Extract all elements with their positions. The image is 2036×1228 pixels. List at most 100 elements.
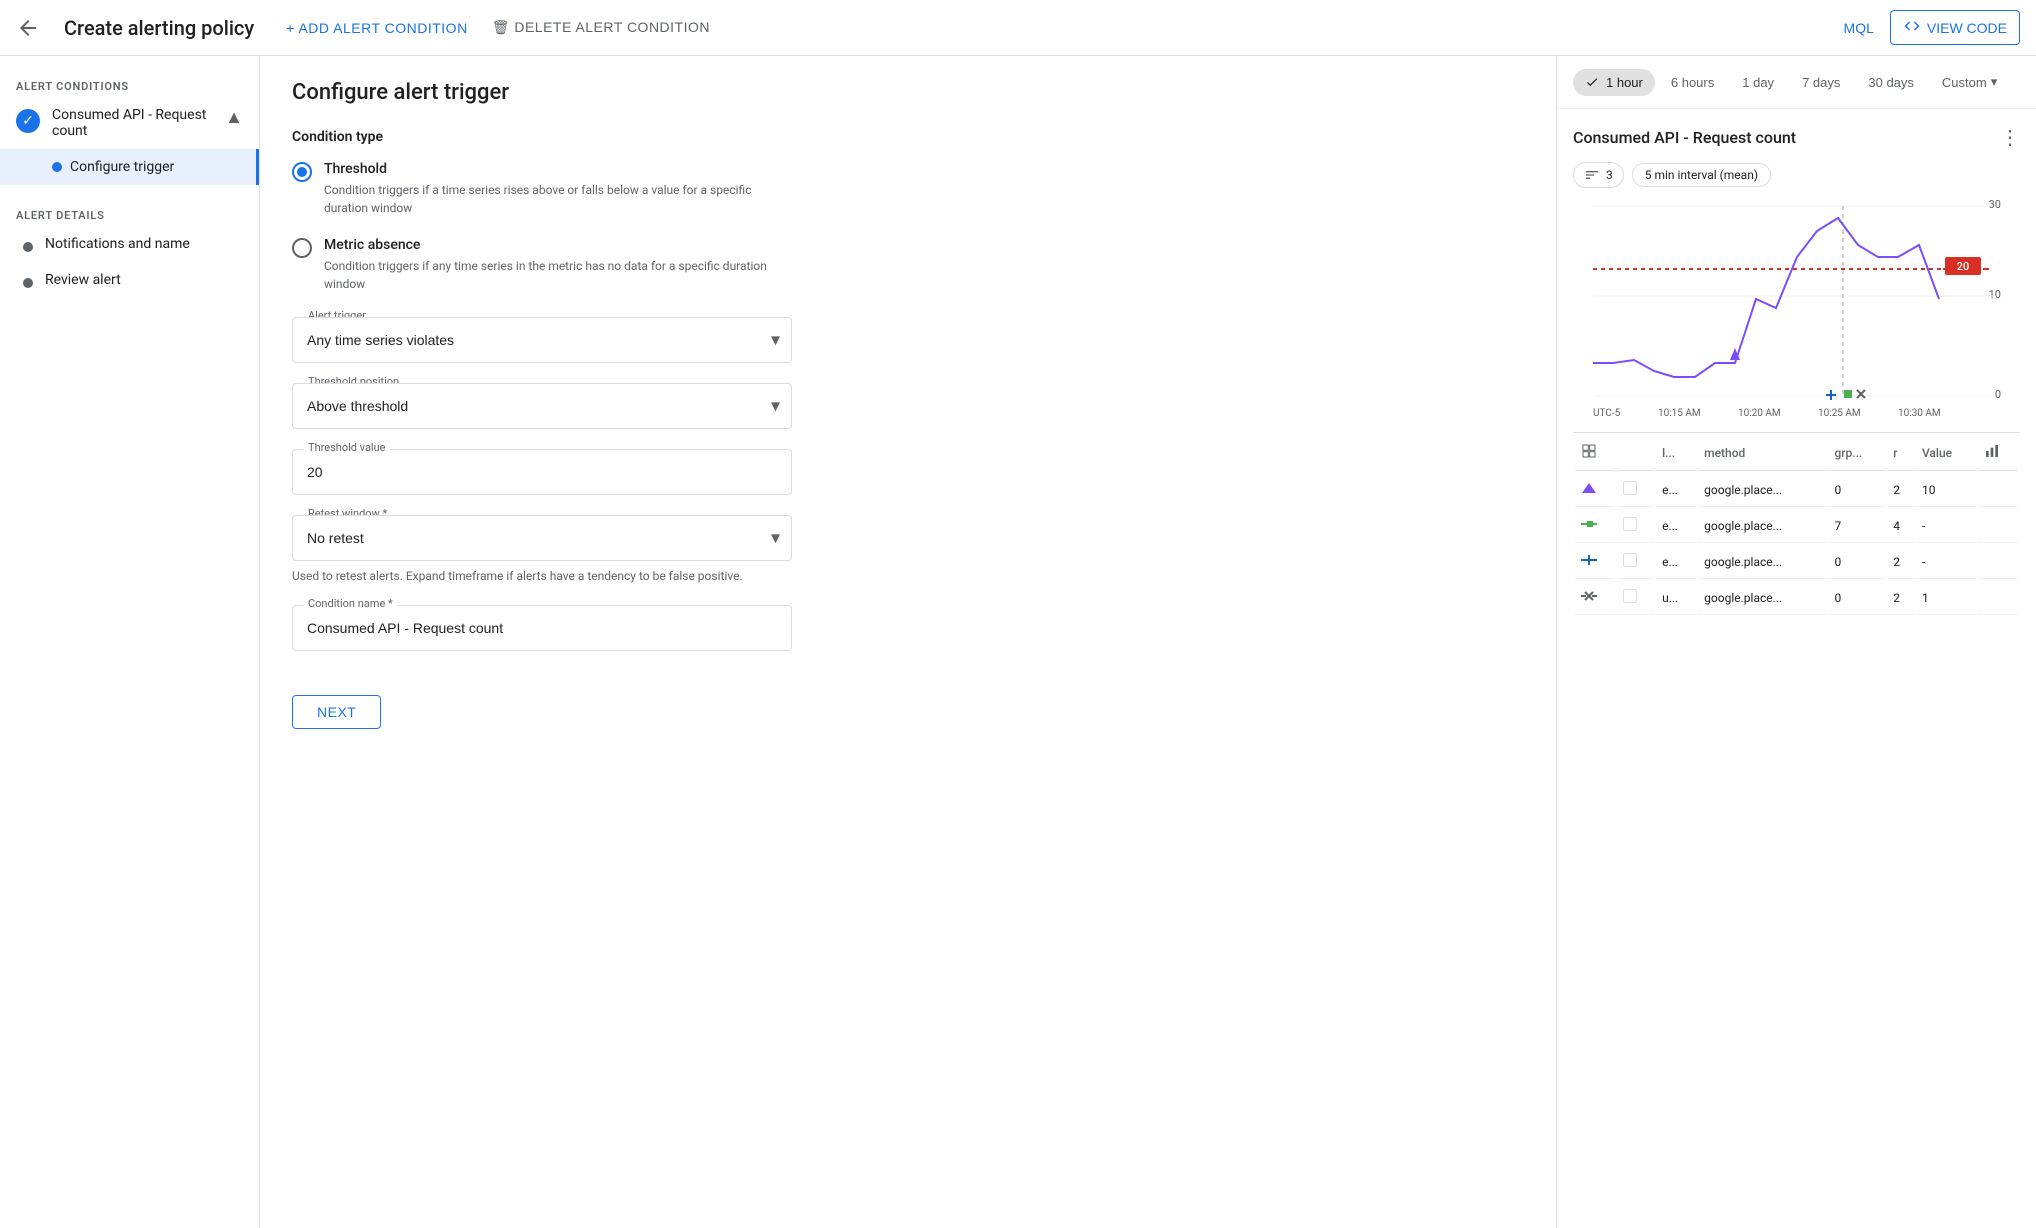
plus-marker: [1826, 390, 1836, 400]
col-r: r: [1887, 435, 1914, 471]
retest-window-select[interactable]: No retest 1 minute 5 minutes 10 minutes: [292, 515, 792, 561]
retest-window-field-group: Retest window * No retest 1 minute 5 min…: [292, 515, 1524, 585]
chart-svg-wrapper: 30 10 0 20: [1573, 188, 2020, 432]
legend-row-1: e... google.place... 0 2 10: [1575, 473, 2018, 507]
time-btn-custom[interactable]: Custom ▾: [1930, 68, 2009, 96]
svg-text:10:25 AM: 10:25 AM: [1818, 408, 1861, 419]
legend-row-3-checkbox: [1623, 553, 1637, 567]
threshold-radio-circle: [292, 162, 312, 182]
condition-name-input[interactable]: Consumed API - Request count: [292, 605, 792, 651]
custom-chevron-icon: ▾: [1991, 74, 1998, 90]
interval-label: 5 min interval (mean): [1645, 168, 1758, 182]
back-button[interactable]: [16, 16, 40, 40]
sidebar-item-notifications[interactable]: Notifications and name: [0, 226, 259, 262]
sidebar: ALERT CONDITIONS ✓ Consumed API - Reques…: [0, 56, 260, 1228]
main-layout: ALERT CONDITIONS ✓ Consumed API - Reques…: [0, 56, 2036, 1228]
sidebar-item-configure-trigger-label: Configure trigger: [70, 159, 174, 175]
time-range-bar: 1 hour 6 hours 1 day 7 days 30 days Cust…: [1557, 56, 2036, 109]
header-actions: + ADD ALERT CONDITION 🗑 DELETE ALERT CON…: [286, 19, 710, 36]
alert-trigger-select[interactable]: Any time series violates All time series…: [292, 317, 792, 363]
threshold-position-select-wrapper: Above threshold Below threshold ▾: [292, 383, 792, 429]
metric-absence-radio-text: Metric absence Condition triggers if any…: [324, 237, 784, 293]
legend-row-1-method: google.place...: [1698, 473, 1826, 507]
legend-row-4-value: 1: [1916, 581, 1976, 615]
time-btn-1day[interactable]: 1 day: [1730, 69, 1786, 96]
legend-row-1-e: e...: [1656, 473, 1696, 507]
legend-row-4-checkbox: [1623, 589, 1637, 603]
svg-text:10:15 AM: 10:15 AM: [1658, 408, 1701, 419]
legend-row-2-r: 4: [1887, 509, 1914, 543]
time-btn-30days[interactable]: 30 days: [1856, 69, 1926, 96]
content-area: Configure alert trigger Condition type T…: [260, 56, 1556, 1228]
add-alert-condition-button[interactable]: + ADD ALERT CONDITION: [286, 20, 468, 36]
delete-alert-condition-button[interactable]: 🗑 DELETE ALERT CONDITION: [492, 19, 710, 36]
threshold-radio-label: Threshold: [324, 161, 784, 177]
legend-row-3-method: google.place...: [1698, 545, 1826, 579]
next-button[interactable]: NEXT: [292, 695, 381, 729]
time-btn-7days[interactable]: 7 days: [1790, 69, 1852, 96]
svg-text:30: 30: [1989, 198, 2001, 211]
legend-row-3-grp: 0: [1828, 545, 1885, 579]
view-code-button[interactable]: VIEW CODE: [1890, 10, 2020, 45]
time-btn-1hour[interactable]: 1 hour: [1573, 69, 1655, 96]
review-dot-icon: [23, 278, 33, 288]
configure-trigger-title: Configure alert trigger: [292, 80, 1524, 105]
header-right: MQL VIEW CODE: [1844, 10, 2020, 45]
chart-controls: 3 5 min interval (mean): [1573, 162, 2020, 188]
chart-title: Consumed API - Request count: [1573, 128, 1796, 147]
form-section: Alert trigger Any time series violates A…: [292, 317, 1524, 729]
chart-more-button[interactable]: ⋮: [2000, 125, 2020, 150]
legend-row-1-r: 2: [1887, 473, 1914, 507]
sidebar-item-consumed-api[interactable]: ✓ Consumed API - Request count ▲: [0, 97, 259, 149]
legend-row-3-r: 2: [1887, 545, 1914, 579]
threshold-value-label: Threshold value: [304, 441, 390, 454]
interval-chip[interactable]: 5 min interval (mean): [1632, 163, 1771, 187]
svg-text:20: 20: [1957, 260, 1970, 273]
retest-window-select-wrapper: No retest 1 minute 5 minutes 10 minutes …: [292, 515, 792, 561]
chart-container: Consumed API - Request count ⋮ 3 5 min i…: [1557, 109, 2036, 633]
condition-type-label: Condition type: [292, 129, 1524, 145]
sidebar-item-configure-trigger[interactable]: Configure trigger: [0, 149, 259, 185]
sidebar-item-consumed-api-label: Consumed API - Request count: [52, 107, 213, 139]
alert-details-label: ALERT DETAILS: [0, 201, 259, 226]
time-btn-6hours[interactable]: 6 hours: [1659, 69, 1726, 96]
expand-icon: ▲: [225, 107, 243, 128]
mql-button[interactable]: MQL: [1844, 20, 1874, 36]
condition-name-field-group: Condition name * Consumed API - Request …: [292, 605, 1524, 651]
threshold-radio-text: Threshold Condition triggers if a time s…: [324, 161, 784, 217]
view-code-icon: [1903, 17, 1921, 38]
check-icon: ✓: [16, 109, 40, 133]
alert-conditions-label: ALERT CONDITIONS: [0, 72, 259, 97]
legend-row-4-r: 2: [1887, 581, 1914, 615]
legend-row-1-checkbox: [1623, 481, 1637, 495]
threshold-position-select[interactable]: Above threshold Below threshold: [292, 383, 792, 429]
col-value: Value: [1916, 435, 1976, 471]
svg-text:10: 10: [1989, 288, 2001, 301]
col-bars: [1978, 435, 2018, 471]
condition-name-label: Condition name *: [304, 597, 397, 610]
legend-row-4-e: u...: [1656, 581, 1696, 615]
chart-svg: 30 10 0 20: [1573, 188, 2013, 428]
col-check: [1617, 435, 1654, 471]
legend-row-2-method: google.place...: [1698, 509, 1826, 543]
chart-series-line: [1593, 218, 1939, 377]
sidebar-item-review-alert[interactable]: Review alert: [0, 262, 259, 298]
col-icon: [1575, 435, 1615, 471]
active-dot-icon: [52, 162, 62, 172]
legend-row-4-method: google.place...: [1698, 581, 1826, 615]
square-marker: [1844, 390, 1852, 398]
svg-text:0: 0: [1995, 388, 2001, 401]
col-method: method: [1698, 435, 1826, 471]
filter-count: 3: [1606, 168, 1613, 182]
metric-absence-radio-option[interactable]: Metric absence Condition triggers if any…: [292, 237, 1524, 293]
filter-chip[interactable]: 3: [1573, 162, 1624, 188]
chart-title-row: Consumed API - Request count ⋮: [1573, 125, 2020, 150]
legend-row-2: e... google.place... 7 4 -: [1575, 509, 2018, 543]
x-marker: [1857, 390, 1865, 398]
legend-row-2-e: e...: [1656, 509, 1696, 543]
threshold-value-input[interactable]: 20: [292, 449, 792, 495]
threshold-position-field-group: Threshold position Above threshold Below…: [292, 383, 1524, 429]
legend-row-2-value: -: [1916, 509, 1976, 543]
threshold-radio-option[interactable]: Threshold Condition triggers if a time s…: [292, 161, 1524, 217]
notifications-dot-icon: [23, 242, 33, 252]
